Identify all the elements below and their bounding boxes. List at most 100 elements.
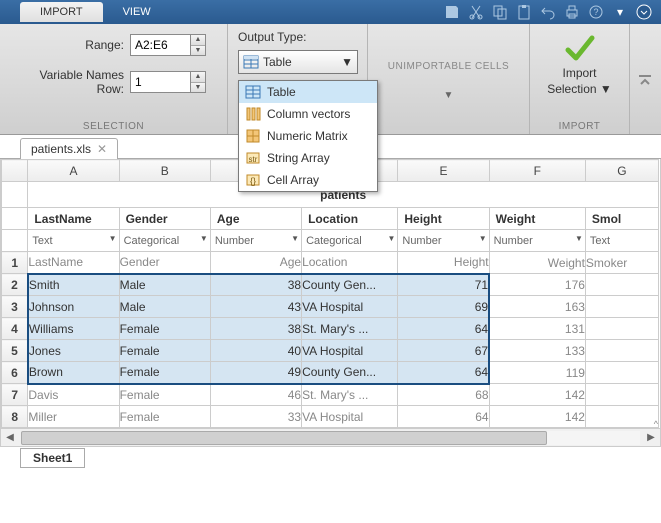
output-option-numeric-matrix[interactable]: Numeric Matrix <box>239 125 377 147</box>
table-row[interactable]: 1LastNameGenderAgeLocationHeightWeightSm… <box>2 252 659 274</box>
scroll-thumb[interactable] <box>21 431 547 445</box>
horizontal-scrollbar[interactable]: ◀ ▶ <box>1 428 660 446</box>
file-tab[interactable]: patients.xls ✕ <box>20 138 118 159</box>
row-header[interactable]: 5 <box>2 340 28 362</box>
var-type[interactable]: Categorical▼ <box>302 230 398 252</box>
undo-icon[interactable] <box>537 1 559 23</box>
cell[interactable]: 176 <box>489 274 585 296</box>
cell[interactable]: Johnson <box>28 296 119 318</box>
help-icon[interactable]: ? <box>585 1 607 23</box>
cell[interactable]: County Gen... <box>302 362 398 384</box>
var-name[interactable]: Height <box>398 208 489 230</box>
row-header[interactable]: 1 <box>2 252 28 274</box>
table-row[interactable]: 7DavisFemale46St. Mary's ...68142 <box>2 384 659 406</box>
cell[interactable] <box>585 296 658 318</box>
row-header[interactable]: 7 <box>2 384 28 406</box>
sheet-tab[interactable]: Sheet1 <box>20 448 85 468</box>
cell[interactable]: 40 <box>210 340 301 362</box>
cell[interactable]: Female <box>119 340 210 362</box>
col-header[interactable]: A <box>28 160 119 182</box>
var-type[interactable]: Text▼ <box>28 230 119 252</box>
cell[interactable]: Female <box>119 362 210 384</box>
cell[interactable] <box>585 318 658 340</box>
cell[interactable]: 131 <box>489 318 585 340</box>
ribbon-collapse[interactable] <box>630 24 660 134</box>
cell[interactable]: VA Hospital <box>302 340 398 362</box>
cell[interactable]: 49 <box>210 362 301 384</box>
col-header[interactable]: E <box>398 160 489 182</box>
row-header[interactable]: 6 <box>2 362 28 384</box>
cell[interactable]: County Gen... <box>302 274 398 296</box>
cell[interactable]: 33 <box>210 406 301 428</box>
col-header[interactable]: F <box>489 160 585 182</box>
cell[interactable]: Male <box>119 296 210 318</box>
cell[interactable]: St. Mary's ... <box>302 318 398 340</box>
tab-import[interactable]: IMPORT <box>20 2 103 22</box>
cell[interactable]: 43 <box>210 296 301 318</box>
var-name[interactable]: Smol <box>585 208 658 230</box>
tab-view[interactable]: VIEW <box>103 2 171 22</box>
col-header[interactable]: G <box>585 160 658 182</box>
cell[interactable]: Jones <box>28 340 119 362</box>
var-name[interactable]: Location <box>302 208 398 230</box>
cell[interactable]: Female <box>119 384 210 406</box>
var-type[interactable]: Number▼ <box>210 230 301 252</box>
var-name[interactable]: Age <box>210 208 301 230</box>
cell[interactable]: 163 <box>489 296 585 318</box>
row-header[interactable]: 3 <box>2 296 28 318</box>
cell[interactable]: Davis <box>28 384 119 406</box>
cell[interactable]: 67 <box>398 340 489 362</box>
cell[interactable]: VA Hospital <box>302 406 398 428</box>
close-icon[interactable]: ✕ <box>97 142 107 156</box>
table-row[interactable]: 8MillerFemale33VA Hospital64142 <box>2 406 659 428</box>
cell[interactable]: Weight <box>489 252 585 274</box>
output-option-cell-array[interactable]: {} Cell Array <box>239 169 377 191</box>
checkmark-icon[interactable] <box>564 32 596 64</box>
cell[interactable]: Miller <box>28 406 119 428</box>
cell[interactable]: 133 <box>489 340 585 362</box>
cell[interactable]: Williams <box>28 318 119 340</box>
output-option-string-array[interactable]: str String Array <box>239 147 377 169</box>
output-option-table[interactable]: Table <box>239 81 377 103</box>
app-menu-icon[interactable] <box>633 1 655 23</box>
cut-icon[interactable] <box>465 1 487 23</box>
cell[interactable]: VA Hospital <box>302 296 398 318</box>
cell[interactable] <box>585 340 658 362</box>
range-spinner[interactable]: ▲▼ <box>190 34 206 56</box>
varnames-input[interactable] <box>130 71 190 93</box>
cell[interactable]: 68 <box>398 384 489 406</box>
cell[interactable]: Age <box>210 252 301 274</box>
row-header[interactable]: 4 <box>2 318 28 340</box>
var-name[interactable]: Weight <box>489 208 585 230</box>
data-grid[interactable]: A B C D E F G patients LastName Gender A… <box>1 159 659 428</box>
cell[interactable]: Female <box>119 406 210 428</box>
cell[interactable]: 142 <box>489 384 585 406</box>
var-type[interactable]: Categorical▼ <box>119 230 210 252</box>
row-header[interactable]: 8 <box>2 406 28 428</box>
cell[interactable]: Smoker <box>585 252 658 274</box>
import-selection-button[interactable]: Import Selection ▼ <box>547 66 612 97</box>
cell[interactable] <box>585 362 658 384</box>
range-input[interactable] <box>130 34 190 56</box>
cell[interactable]: Male <box>119 274 210 296</box>
table-row[interactable]: 5JonesFemale40VA Hospital67133 <box>2 340 659 362</box>
var-type[interactable]: Number▼ <box>489 230 585 252</box>
cell[interactable]: LastName <box>28 252 119 274</box>
cell[interactable] <box>585 274 658 296</box>
table-row[interactable]: 3JohnsonMale43VA Hospital69163 <box>2 296 659 318</box>
row-header[interactable]: 2 <box>2 274 28 296</box>
cell[interactable]: Female <box>119 318 210 340</box>
save-icon[interactable] <box>441 1 463 23</box>
cell[interactable]: Gender <box>119 252 210 274</box>
cell[interactable]: 119 <box>489 362 585 384</box>
varnames-spinner[interactable]: ▲▼ <box>190 71 206 93</box>
print-icon[interactable] <box>561 1 583 23</box>
var-type[interactable]: Number▼ <box>398 230 489 252</box>
cell[interactable]: 71 <box>398 274 489 296</box>
cell[interactable]: 69 <box>398 296 489 318</box>
cell[interactable]: 64 <box>398 406 489 428</box>
cell[interactable] <box>585 384 658 406</box>
copy-icon[interactable] <box>489 1 511 23</box>
cell[interactable]: 38 <box>210 274 301 296</box>
ribbon-section-unimportable[interactable]: UNIMPORTABLE CELLS ▼ <box>368 24 530 134</box>
